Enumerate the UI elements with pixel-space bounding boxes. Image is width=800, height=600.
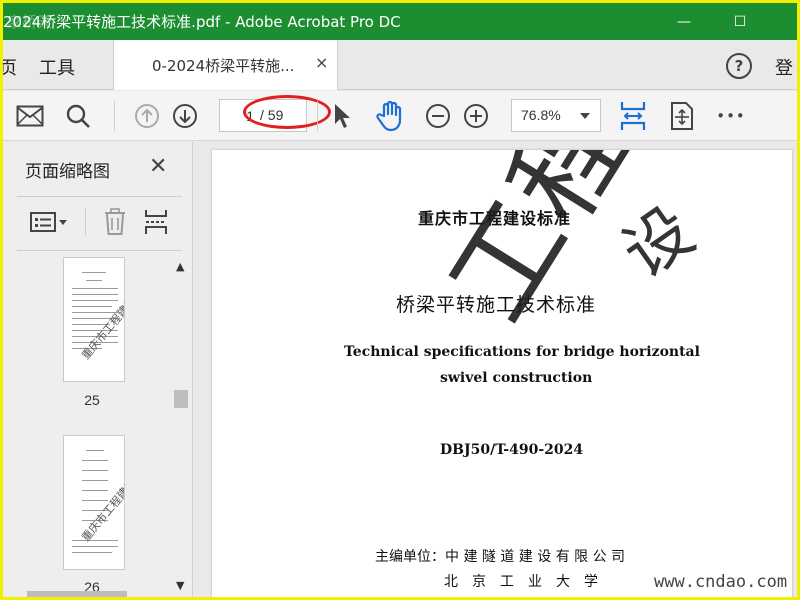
chevron-down-icon <box>580 113 590 119</box>
extract-pages-icon[interactable] <box>142 208 170 236</box>
doc-editor: 主编单位：中 建 隧 道 建 设 有 限 公 司 <box>375 549 626 565</box>
page-thumbnail-25[interactable]: 重庆市工程建设 <box>63 257 125 382</box>
tools-menu[interactable]: 工具 <box>39 54 75 80</box>
home-menu[interactable]: 页 <box>3 54 17 80</box>
maximize-button[interactable]: ☐ <box>717 3 763 40</box>
page-thumbnails-panel: 页面缩略图 ✕ 重庆市工程建设 25 重庆市工程建设 26 ▲ ▼ <box>3 142 193 597</box>
login-button[interactable]: 登 <box>775 54 793 80</box>
fit-width-icon[interactable] <box>616 99 650 133</box>
toolbar-separator <box>114 101 115 131</box>
panel-title: 页面缩略图 <box>25 162 110 182</box>
page-thumbnail-26[interactable]: 重庆市工程建设 <box>63 435 125 570</box>
doc-title-en-line2: swivel construction <box>440 370 593 386</box>
more-tools-button[interactable]: ••• <box>714 99 748 133</box>
select-cursor-icon[interactable] <box>325 99 359 133</box>
email-icon[interactable] <box>13 99 47 133</box>
pdf-page: 重庆市工程建设标准 桥梁平转施工技术标准 Technical specifica… <box>212 150 792 597</box>
acrobat-window: 2024桥梁平转施工技术标准.pdf - Adobe Acrobat Pro D… <box>3 3 797 597</box>
trash-icon[interactable] <box>101 208 129 236</box>
menu-tab-bar: 页 工具 0-2024桥梁平转施... × ? 登 <box>3 40 797 90</box>
chevron-up-icon[interactable]: ▲ <box>176 260 184 273</box>
zoom-dropdown[interactable]: 76.8% <box>511 99 601 132</box>
zoom-out-icon[interactable] <box>421 99 455 133</box>
doc-coeditor: 北 京 工 业 大 学 <box>444 574 598 590</box>
document-view[interactable]: 重庆市工程建设标准 桥梁平转施工技术标准 Technical specifica… <box>194 142 797 597</box>
page-number-label: 25 <box>84 392 100 408</box>
full-screen-icon[interactable] <box>665 99 699 133</box>
thumbnail-watermark: 重庆市工程建设 <box>79 294 125 362</box>
panel-divider <box>17 196 182 197</box>
hand-tool-icon[interactable] <box>373 99 407 133</box>
thumbnail-list: 重庆市工程建设 25 重庆市工程建设 26 <box>13 257 171 597</box>
tab-close-button[interactable]: × <box>315 53 328 72</box>
title-bar: 2024桥梁平转施工技术标准.pdf - Adobe Acrobat Pro D… <box>3 3 797 40</box>
next-page-icon[interactable] <box>168 99 202 133</box>
thumbnail-scrollbar[interactable]: ▲ ▼ <box>171 257 191 597</box>
help-button[interactable]: ? <box>726 53 752 79</box>
document-tab[interactable]: 0-2024桥梁平转施... × <box>113 40 338 90</box>
main-toolbar: / 59 76.8% ••• <box>3 91 797 141</box>
site-watermark: www.cndao.com <box>654 572 788 592</box>
horizontal-scrollbar-thumb[interactable] <box>27 591 127 597</box>
window-title: 2024桥梁平转施工技术标准.pdf - Adobe Acrobat Pro D… <box>3 13 401 31</box>
minimize-button[interactable]: — <box>661 3 707 40</box>
zoom-value: 76.8% <box>521 107 561 123</box>
scrollbar-thumb[interactable] <box>174 390 188 408</box>
close-icon[interactable]: ✕ <box>149 154 167 179</box>
panel-divider <box>17 250 182 251</box>
zoom-in-icon[interactable] <box>459 99 493 133</box>
previous-page-icon[interactable] <box>130 99 164 133</box>
thumbnail-options-icon[interactable] <box>29 208 69 236</box>
tab-label: 0-2024桥梁平转施... <box>152 57 295 75</box>
doc-title-en-line1: Technical specifications for bridge hori… <box>344 344 700 360</box>
toolbar-separator <box>317 101 318 131</box>
search-icon[interactable] <box>61 99 95 133</box>
panel-separator <box>85 208 86 236</box>
chevron-down-icon[interactable]: ▼ <box>176 579 184 592</box>
doc-code: DBJ50/T-490-2024 <box>440 442 584 458</box>
corner-watermark: 家桥天 <box>7 13 53 31</box>
